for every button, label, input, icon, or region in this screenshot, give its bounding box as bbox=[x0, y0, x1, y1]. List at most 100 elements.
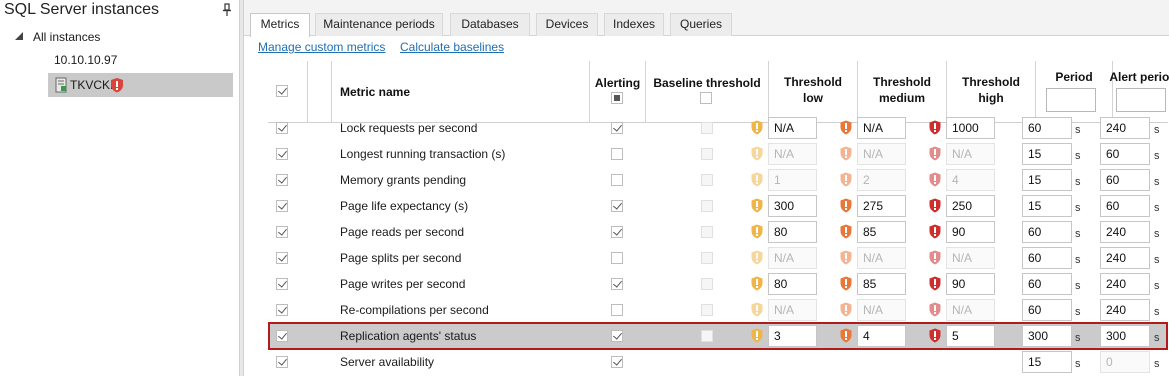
alerting-checkbox[interactable] bbox=[611, 148, 623, 160]
period-input[interactable]: 15 bbox=[1022, 143, 1072, 165]
row-enabled-checkbox[interactable] bbox=[276, 148, 288, 160]
header-baseline-threshold[interactable]: Baseline threshold bbox=[646, 61, 769, 123]
row-enabled-checkbox[interactable] bbox=[276, 226, 288, 238]
threshold-low-input[interactable]: 1 bbox=[768, 169, 817, 191]
alert-period-input[interactable]: 60 bbox=[1100, 169, 1150, 191]
baseline-checkbox[interactable] bbox=[701, 252, 713, 264]
threshold-medium-input[interactable]: 275 bbox=[857, 195, 906, 217]
period-input[interactable]: 300 bbox=[1022, 325, 1072, 347]
threshold-high-input[interactable]: 1000 bbox=[946, 117, 995, 139]
baseline-checkbox[interactable] bbox=[701, 278, 713, 290]
period-input[interactable]: 60 bbox=[1022, 117, 1072, 139]
threshold-low-input[interactable]: N/A bbox=[768, 299, 817, 321]
row-enabled-checkbox[interactable] bbox=[276, 122, 288, 134]
threshold-low-input[interactable]: 80 bbox=[768, 273, 817, 295]
alerting-checkbox[interactable] bbox=[611, 226, 623, 238]
alert-period-input[interactable]: 60 bbox=[1100, 143, 1150, 165]
alert-period-input[interactable]: 60 bbox=[1100, 195, 1150, 217]
threshold-high-input[interactable]: N/A bbox=[946, 247, 995, 269]
period-filter-input[interactable] bbox=[1046, 88, 1096, 112]
table-row[interactable]: Longest running transaction (s) N/A N/A N/A… bbox=[268, 141, 1168, 167]
period-input[interactable]: 60 bbox=[1022, 273, 1072, 295]
baseline-checkbox[interactable] bbox=[701, 200, 713, 212]
threshold-medium-input[interactable]: N/A bbox=[857, 117, 906, 139]
alert-period-input[interactable]: 240 bbox=[1100, 299, 1150, 321]
threshold-medium-input[interactable]: 4 bbox=[857, 325, 906, 347]
header-threshold-high[interactable]: Threshold high bbox=[947, 61, 1036, 123]
header-threshold-medium[interactable]: Threshold medium bbox=[858, 61, 947, 123]
calculate-baselines-link[interactable]: Calculate baselines bbox=[400, 40, 504, 54]
table-row[interactable]: Lock requests per second N/A N/A 1000 60 s 240… bbox=[268, 115, 1168, 141]
alert-period-input[interactable]: 240 bbox=[1100, 247, 1150, 269]
table-row[interactable]: Server availability 15 s 0 s bbox=[268, 349, 1168, 375]
table-row[interactable]: Memory grants pending 1 2 4 15 s 60 s bbox=[268, 167, 1168, 193]
header-alert-period[interactable]: Alert period bbox=[1109, 61, 1169, 123]
alerting-checkbox[interactable] bbox=[611, 174, 623, 186]
threshold-high-input[interactable]: N/A bbox=[946, 299, 995, 321]
alert-period-input[interactable]: 0 bbox=[1100, 351, 1150, 373]
row-enabled-checkbox[interactable] bbox=[276, 252, 288, 264]
threshold-low-input[interactable]: 3 bbox=[768, 325, 817, 347]
baseline-checkbox[interactable] bbox=[701, 148, 713, 160]
header-metric-name[interactable]: Metric name bbox=[332, 61, 590, 123]
alerting-checkbox[interactable] bbox=[611, 304, 623, 316]
header-threshold-low[interactable]: Threshold low bbox=[769, 61, 858, 123]
tab-maintenance-periods[interactable]: Maintenance periods bbox=[315, 13, 443, 36]
select-all-checkbox[interactable] bbox=[276, 85, 288, 97]
threshold-low-input[interactable]: N/A bbox=[768, 117, 817, 139]
threshold-low-input[interactable]: N/A bbox=[768, 143, 817, 165]
row-enabled-checkbox[interactable] bbox=[276, 200, 288, 212]
alert-period-input[interactable]: 240 bbox=[1100, 273, 1150, 295]
tab-metrics[interactable]: Metrics bbox=[250, 13, 310, 37]
table-row[interactable]: Page life expectancy (s) 300 275 250 15 s 60 s bbox=[268, 193, 1168, 219]
table-row[interactable]: Page writes per second 80 85 90 60 s 240 s bbox=[268, 271, 1168, 297]
threshold-medium-input[interactable]: N/A bbox=[857, 143, 906, 165]
baseline-checkbox[interactable] bbox=[701, 330, 713, 342]
alerting-checkbox[interactable] bbox=[611, 278, 623, 290]
threshold-medium-input[interactable]: N/A bbox=[857, 247, 906, 269]
period-input[interactable]: 15 bbox=[1022, 351, 1072, 373]
alerting-all-checkbox[interactable] bbox=[611, 92, 623, 104]
tree-item-all-instances[interactable]: All instances bbox=[33, 26, 100, 48]
row-enabled-checkbox[interactable] bbox=[276, 356, 288, 368]
period-input[interactable]: 60 bbox=[1022, 247, 1072, 269]
threshold-high-input[interactable]: 4 bbox=[946, 169, 995, 191]
threshold-low-input[interactable]: N/A bbox=[768, 247, 817, 269]
alert-period-input[interactable]: 300 bbox=[1100, 325, 1150, 347]
alerting-checkbox[interactable] bbox=[611, 122, 623, 134]
alert-period-input[interactable]: 240 bbox=[1100, 117, 1150, 139]
threshold-high-input[interactable]: 90 bbox=[946, 221, 995, 243]
baseline-checkbox[interactable] bbox=[701, 174, 713, 186]
alerting-checkbox[interactable] bbox=[611, 356, 623, 368]
row-enabled-checkbox[interactable] bbox=[276, 304, 288, 316]
tree-item-instance[interactable]: 10.10.10.97 bbox=[54, 49, 117, 71]
table-row[interactable]: Page reads per second 80 85 90 60 s 240 s bbox=[268, 219, 1168, 245]
manage-custom-metrics-link[interactable]: Manage custom metrics bbox=[258, 40, 385, 54]
pin-icon[interactable] bbox=[221, 3, 233, 17]
tab-databases[interactable]: Databases bbox=[450, 13, 530, 36]
threshold-low-input[interactable]: 80 bbox=[768, 221, 817, 243]
row-enabled-checkbox[interactable] bbox=[276, 174, 288, 186]
row-enabled-checkbox[interactable] bbox=[276, 278, 288, 290]
table-row[interactable]: Replication agents' status 3 4 5 300 s 300 s bbox=[268, 323, 1168, 349]
threshold-high-input[interactable]: 90 bbox=[946, 273, 995, 295]
threshold-high-input[interactable]: 250 bbox=[946, 195, 995, 217]
alert-period-filter-input[interactable] bbox=[1116, 88, 1166, 112]
threshold-medium-input[interactable]: 85 bbox=[857, 221, 906, 243]
threshold-low-input[interactable]: 300 bbox=[768, 195, 817, 217]
table-row[interactable]: Re-compilations per second N/A N/A N/A 60 s 24… bbox=[268, 297, 1168, 323]
threshold-high-input[interactable]: 5 bbox=[946, 325, 995, 347]
header-alerting[interactable]: Alerting bbox=[590, 61, 646, 123]
header-period[interactable]: Period bbox=[1036, 61, 1113, 123]
alerting-checkbox[interactable] bbox=[611, 252, 623, 264]
alerting-checkbox[interactable] bbox=[611, 200, 623, 212]
baseline-all-checkbox[interactable] bbox=[700, 92, 712, 104]
alerting-checkbox[interactable] bbox=[611, 330, 623, 342]
table-row[interactable]: Page splits per second N/A N/A N/A 60 s 240 s bbox=[268, 245, 1168, 271]
period-input[interactable]: 60 bbox=[1022, 221, 1072, 243]
period-input[interactable]: 15 bbox=[1022, 169, 1072, 191]
period-input[interactable]: 15 bbox=[1022, 195, 1072, 217]
threshold-medium-input[interactable]: 85 bbox=[857, 273, 906, 295]
baseline-checkbox[interactable] bbox=[701, 304, 713, 316]
tab-queries[interactable]: Queries bbox=[670, 13, 732, 36]
